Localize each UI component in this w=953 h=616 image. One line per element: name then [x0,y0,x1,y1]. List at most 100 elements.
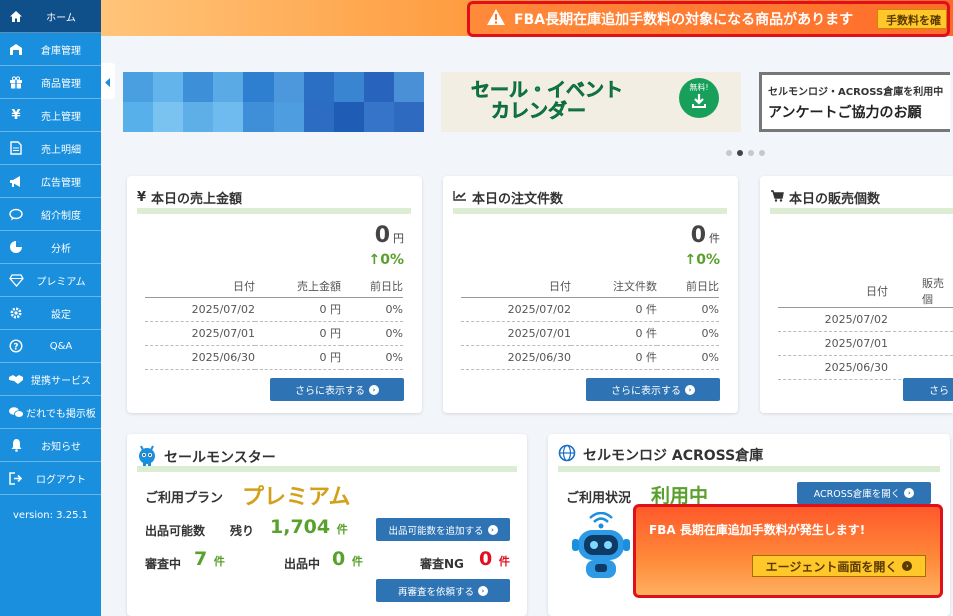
remaining-unit: 件 [336,523,348,536]
table-cell: 2025/06/30 [778,355,888,380]
version-text: version: 3.25.1 [13,510,88,521]
sales-monster-card: セールモンスター ご利用プラン プレミアム 出品可能数 残り 1,704 件 出… [127,434,527,616]
sidebar-item-referral[interactable]: 紹介制度 [0,198,101,231]
listable-label: 出品可能数 [145,524,206,538]
plan-value: プレミアム [242,485,351,510]
show-more-label: さらに表示する [611,386,681,397]
banner-mosaic[interactable] [123,72,424,132]
open-agent-screen-button[interactable]: エージェント画面を開く › [752,555,926,577]
column-header: 日付 [145,275,255,298]
table-row: 2025/07/01 [778,331,953,356]
carousel-dot[interactable] [726,150,732,156]
table-row: 2025/07/01 0 件 0% [461,321,719,346]
ng-unit: 件 [498,555,510,568]
change-value: 0% [380,252,404,268]
listing-unit: 件 [351,555,363,568]
table-cell: 0% [341,345,403,370]
arrow-right-icon: › [478,585,488,596]
sidebar-item-home[interactable]: ホーム [0,0,101,33]
sidebar-item-bulletin-board[interactable]: だれでも掲示板 [0,396,101,429]
open-across-warehouse-label: ACROSS倉庫を開く [813,489,901,500]
show-more-button[interactable]: さらに表示する › [586,378,720,401]
robot-mascot-icon [568,511,634,584]
card-divider [453,208,727,214]
sidebar-item-sales[interactable]: ¥ 売上管理 [0,99,101,132]
sidebar-item-analysis[interactable]: 分析 [0,231,101,264]
chevron-left-icon [105,72,111,91]
order-count-card: 本日の注文件数 0 件 ↑0% 日付 注文件数 前日比 2025/07/02 0 … [443,176,738,413]
table-cell: 0% [657,297,719,322]
request-rereview-button[interactable]: 再審査を依頼する › [376,579,510,602]
table-row: 2025/07/02 0 件 0% [461,297,719,322]
carousel-dot-active[interactable] [737,150,743,156]
total-unit: 件 [709,232,720,245]
gear-icon [7,304,25,322]
table-cell: 0 円 [255,345,341,370]
carousel-dot[interactable] [748,150,754,156]
card-title: 本日の販売個数 [789,192,881,207]
sidebar-item-ads[interactable]: 広告管理 [0,165,101,198]
arrow-right-icon: › [685,384,695,395]
download-icon [691,94,707,111]
listing-value: 0 [332,548,346,570]
show-more-button[interactable]: さらに表示する › [270,378,404,401]
event-calendar-title-line1: セール・イベント [471,79,624,101]
sidebar-item-logout[interactable]: ログアウト [0,462,101,495]
sidebar-item-warehouse[interactable]: 倉庫管理 [0,33,101,66]
banner-survey[interactable]: セルモンロジ・ACROSS倉庫を利用中 アンケートご協力のお願 [759,72,950,132]
column-header: 前日比 [657,275,719,298]
sidebar-item-products[interactable]: 商品管理 [0,66,101,99]
arrow-right-icon: › [902,561,913,571]
open-across-warehouse-button[interactable]: ACROSS倉庫を開く › [797,482,931,504]
table-cell: 2025/07/01 [145,321,255,346]
card-divider [137,466,517,472]
column-header: 注文件数 [571,275,657,298]
sales-monster-title: セールモンスター [164,450,276,466]
banner-event-calendar[interactable]: セール・イベント カレンダー 無料! [441,72,741,132]
card-divider [137,208,411,214]
show-more-button[interactable]: さら [903,378,953,401]
table-cell: 0 件 [571,345,657,370]
ng-value: 0 [479,548,493,570]
sidebar-collapse-toggle[interactable] [101,63,115,99]
event-calendar-title-line2: カレンダー [491,100,587,122]
stat-table: 日付 注文件数 前日比 2025/07/02 0 件 0% 2025/07/01 0 … [461,275,719,370]
warning-icon [486,8,506,30]
bell-icon [7,436,25,454]
status-label: ご利用状況 [566,491,632,506]
add-listing-capacity-button[interactable]: 出品可能数を追加する › [376,518,510,541]
pie-chart-icon [7,238,25,256]
fee-check-button[interactable]: 手数料を確 [877,9,947,29]
sidebar-item-qa[interactable]: ? Q&A [0,330,101,363]
megaphone-icon [7,172,25,190]
arrow-right-icon: › [904,488,915,498]
table-cell: 2025/07/01 [461,321,571,346]
survey-line1: セルモンロジ・ACROSS倉庫を利用中 [768,87,944,98]
fba-fee-alert[interactable]: FBA長期在庫追加手数料の対象になる商品があります 手数料を確 [467,1,950,37]
listing-label: 出品中 [284,557,321,571]
document-icon [7,139,25,157]
table-cell: 0 件 [571,321,657,346]
gift-icon [7,73,25,91]
svg-text:?: ? [13,343,18,353]
carousel-dot[interactable] [759,150,765,156]
question-icon: ? [7,337,25,355]
units-sold-card: 本日の販売個数 日付 販売個 2025/07/02 2025/07/01 202… [760,176,953,413]
table-cell: 2025/06/30 [461,345,571,370]
sidebar-item-premium[interactable]: プレミアム [0,264,101,297]
column-header: 日付 [778,275,888,308]
across-warehouse-card: セルモンロジ ACROSS倉庫 ご利用状況 利用中 ACROSS倉庫を開く › … [548,434,950,616]
up-arrow-icon: ↑ [368,252,381,268]
sidebar-item-sales-details[interactable]: 売上明細 [0,132,101,165]
table-cell: 2025/06/30 [145,345,255,370]
handshake-icon [7,370,25,388]
agent-alert-text: FBA 長期在庫追加手数料が発生します! [649,523,866,537]
open-agent-screen-label: エージェント画面を開く [765,559,898,574]
sidebar-item-settings[interactable]: 設定 [0,297,101,330]
table-row: 2025/06/30 0 件 0% [461,345,719,370]
cart-icon [770,189,784,206]
carousel-dots [726,150,765,156]
sidebar-item-notices[interactable]: お知らせ [0,429,101,462]
table-cell: 2025/07/01 [778,331,888,356]
sidebar-item-partner-services[interactable]: 提携サービス [0,363,101,396]
